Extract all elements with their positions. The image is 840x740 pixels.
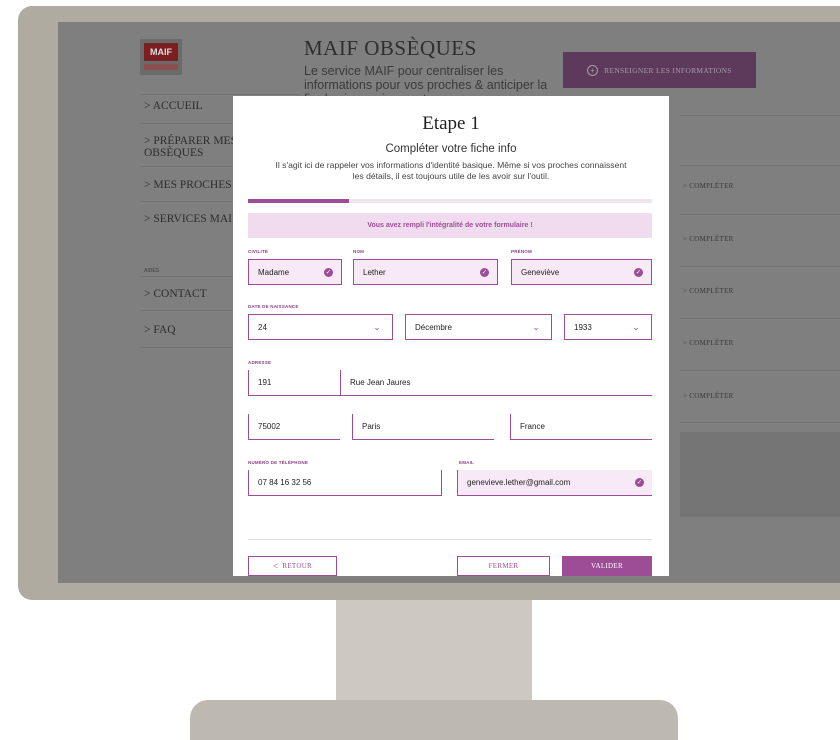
nom-field[interactable]: Lether ✓	[353, 259, 498, 285]
email-field[interactable]: genevieve.lether@gmail.com ✓	[457, 470, 652, 496]
nav-contact[interactable]: > CONTACT	[144, 288, 207, 300]
progress-bar	[248, 199, 652, 203]
completer-link[interactable]: > COMPLÉTER	[683, 339, 734, 347]
footer-divider	[248, 539, 652, 540]
email-value: genevieve.lether@gmail.com	[467, 478, 571, 487]
row-divider	[680, 318, 840, 319]
annee-select[interactable]: 1933 ⌄	[564, 314, 652, 340]
nav-divider	[140, 94, 300, 95]
numero-field[interactable]: 191	[248, 370, 340, 396]
completer-link[interactable]: > COMPLÉTER	[683, 182, 734, 190]
monitor-stand-neck	[336, 600, 532, 704]
prenom-value: Geneviève	[521, 267, 560, 277]
telephone-field[interactable]: 07 84 16 32 56	[248, 470, 442, 496]
step-modal: Etape 1 Compléter votre fiche info Il s'…	[233, 96, 669, 576]
modal-description: Il s'agit ici de rappeler vos informatio…	[275, 160, 627, 181]
monitor-frame: MAIF MAIF OBSÈQUES Le service MAIF pour …	[18, 6, 840, 600]
chevron-down-icon: ⌄	[532, 321, 540, 332]
code-postal-field[interactable]: 75002	[248, 414, 340, 440]
prenom-field[interactable]: Geneviève ✓	[511, 259, 652, 285]
ville-field[interactable]: Paris	[352, 414, 494, 440]
ville-value: Paris	[362, 422, 381, 431]
fermer-button[interactable]: FERMER	[457, 556, 550, 576]
nav-services[interactable]: > SERVICES MAIF	[144, 213, 238, 225]
completer-link[interactable]: > COMPLÉTER	[683, 392, 734, 400]
nav-accueil[interactable]: > ACCUEIL	[144, 100, 203, 112]
row-divider	[680, 422, 840, 423]
civilite-value: Madame	[258, 267, 290, 277]
row-divider	[680, 214, 840, 215]
mois-value: Décembre	[415, 322, 452, 332]
adresse-label: ADRESSE	[248, 360, 272, 365]
telephone-value: 07 84 16 32 56	[258, 478, 312, 487]
retour-button[interactable]: < RETOUR	[248, 556, 337, 576]
screen: MAIF MAIF OBSÈQUES Le service MAIF pour …	[58, 22, 840, 583]
progress-fill	[248, 199, 349, 203]
chevron-down-icon: ⌄	[632, 321, 640, 332]
nav-faq[interactable]: > FAQ	[144, 324, 176, 336]
modal-subtitle: Compléter votre fiche info	[385, 143, 517, 155]
annee-value: 1933	[574, 322, 592, 332]
cta-label: RENSEIGNER LES INFORMATIONS	[604, 65, 732, 75]
pays-value: France	[520, 422, 545, 431]
nav-mes-proches[interactable]: > MES PROCHES	[144, 179, 232, 191]
chevron-left-icon: <	[272, 561, 279, 571]
pays-field[interactable]: France	[510, 414, 652, 440]
rue-value: Rue Jean Jaures	[350, 378, 411, 387]
valider-label: VALIDER	[591, 562, 623, 570]
chevron-down-icon: ⌄	[373, 321, 381, 332]
civilite-select[interactable]: Madame ✓	[248, 259, 342, 285]
info-card	[680, 432, 840, 517]
nom-value: Lether	[363, 267, 386, 277]
row-divider	[680, 165, 840, 166]
nom-label: NOM	[353, 249, 365, 254]
check-icon: ✓	[634, 267, 643, 277]
row-divider	[680, 370, 840, 371]
fermer-label: FERMER	[488, 562, 519, 570]
success-banner: Vous avez rempli l'intégralité de votre …	[248, 213, 652, 238]
civilite-label: CIVILITÉ	[248, 249, 269, 254]
check-icon: ✓	[635, 478, 644, 487]
completer-link[interactable]: > COMPLÉTER	[683, 287, 734, 295]
cta-button[interactable]: + RENSEIGNER LES INFORMATIONS	[563, 52, 756, 88]
aides-label: AIDES	[144, 268, 160, 274]
numero-value: 191	[258, 378, 272, 387]
code-postal-value: 75002	[258, 422, 281, 431]
completer-link[interactable]: > COMPLÉTER	[683, 235, 734, 243]
maif-logo: MAIF	[140, 39, 182, 75]
mois-select[interactable]: Décembre ⌄	[405, 314, 552, 340]
row-divider	[680, 266, 840, 267]
plus-circle-icon: +	[587, 64, 599, 76]
logo-subtitle-bar	[144, 64, 178, 70]
check-icon: ✓	[324, 267, 333, 277]
jour-value: 24	[258, 322, 267, 332]
prenom-label: PRÉNOM	[511, 249, 532, 254]
modal-title: Etape 1	[422, 113, 480, 134]
row-divider	[680, 115, 840, 116]
email-label: EMAIL	[459, 460, 474, 465]
valider-button[interactable]: VALIDER	[562, 556, 652, 576]
logo-text: MAIF	[144, 43, 178, 61]
date-label: DATE DE NAISSANCE	[248, 304, 299, 309]
app-title: MAIF OBSÈQUES	[304, 36, 477, 60]
jour-select[interactable]: 24 ⌄	[248, 314, 393, 340]
check-icon: ✓	[480, 267, 489, 277]
rue-field[interactable]: Rue Jean Jaures	[340, 370, 652, 396]
retour-label: RETOUR	[282, 562, 313, 570]
monitor-stand-base	[190, 700, 678, 740]
telephone-label: NUMÉRO DE TÉLÉPHONE	[248, 460, 309, 465]
